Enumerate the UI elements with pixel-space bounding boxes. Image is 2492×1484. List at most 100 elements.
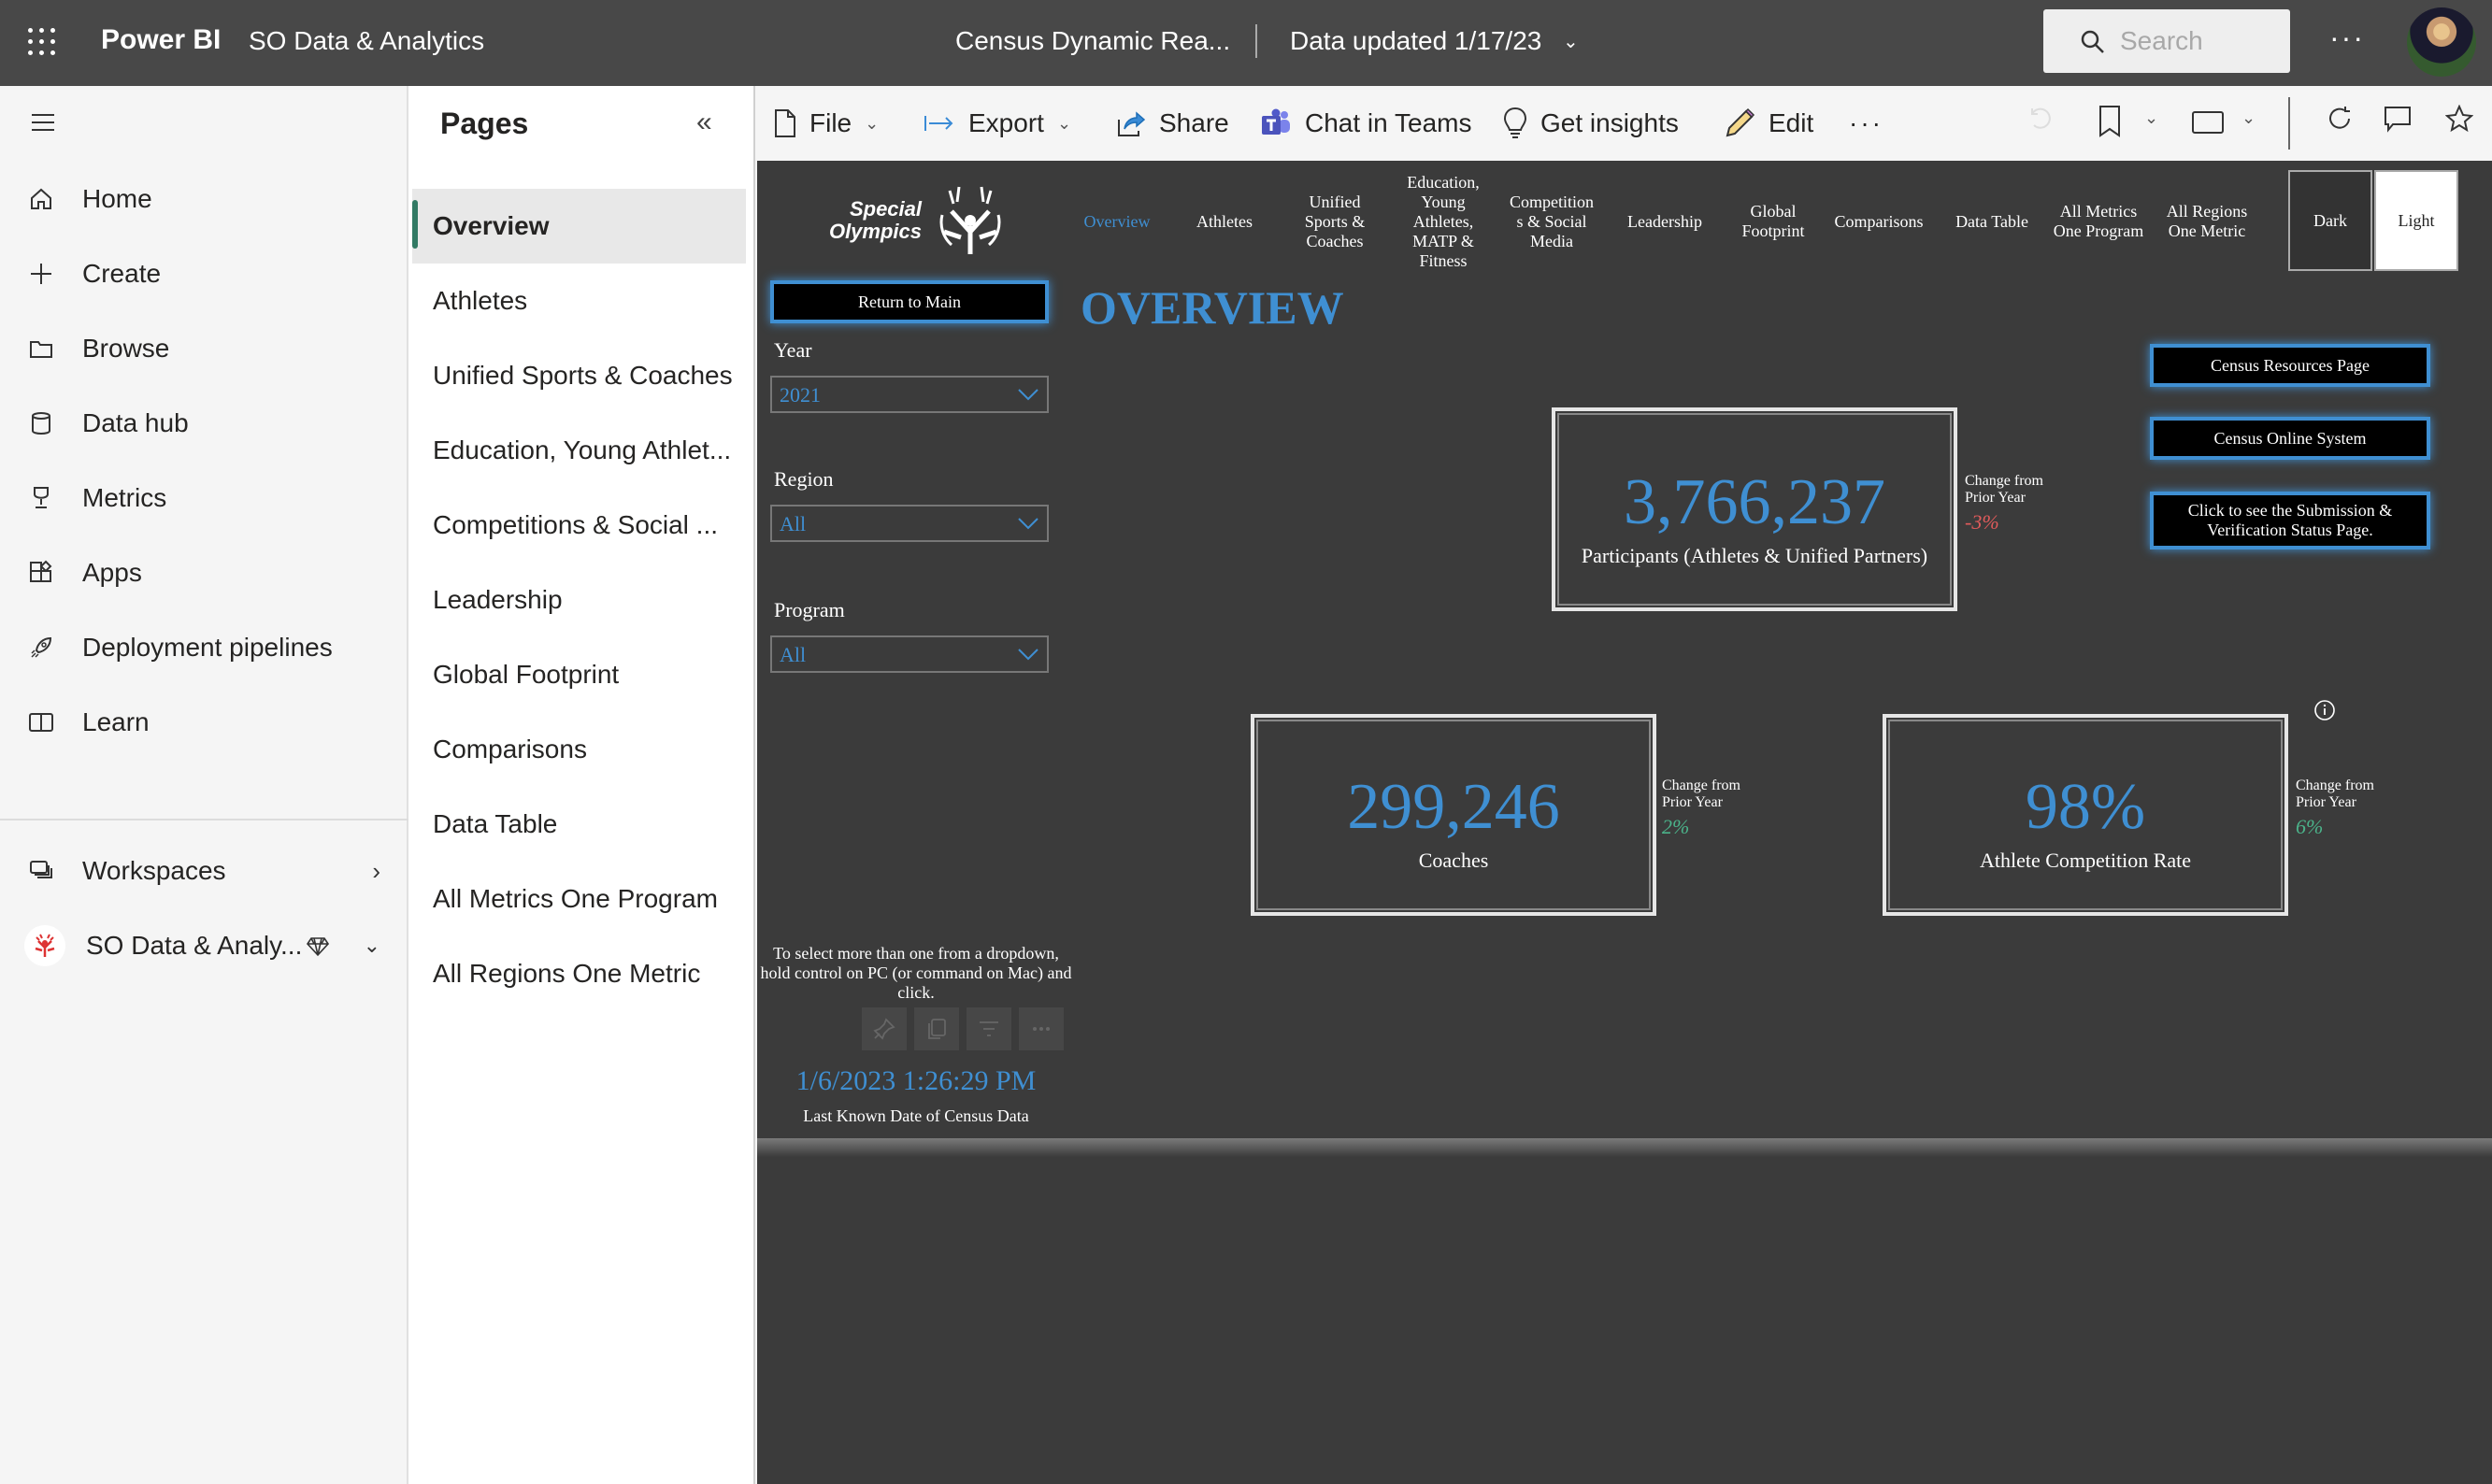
collapse-pages-icon[interactable]: « (696, 107, 712, 138)
report-nav-unified-sports[interactable]: Unified Sports & Coaches (1288, 161, 1382, 282)
undo-icon[interactable] (2027, 105, 2055, 133)
page-tab-competitions[interactable]: Competitions & Social ... (412, 488, 746, 563)
page-tab-athletes[interactable]: Athletes (412, 264, 746, 338)
report-nav-all-regions[interactable]: All Regions One Metric (2155, 161, 2258, 282)
search-box[interactable] (2043, 9, 2290, 73)
pin-visual-button[interactable] (862, 1007, 907, 1050)
report-canvas: Special Olympics Overview Athletes Unifie… (757, 161, 2492, 1484)
special-olympics-logo: Special Olympics (813, 178, 1019, 264)
nav-item-metrics[interactable]: Metrics (0, 465, 408, 531)
year-value: 2021 (780, 383, 821, 407)
year-dropdown[interactable]: 2021 (770, 376, 1049, 413)
report-nav-athletes[interactable]: Athletes (1178, 161, 1271, 282)
nav-label: Deployment pipelines (82, 633, 333, 662)
return-to-main-button[interactable]: Return to Main (770, 280, 1049, 323)
nav-item-learn[interactable]: Learn (0, 690, 408, 755)
page-tab-data-table[interactable]: Data Table (412, 787, 746, 862)
bookmark-icon[interactable] (2098, 105, 2122, 138)
app-name[interactable]: Power BI (101, 24, 221, 56)
page-tab-overview[interactable]: Overview (412, 189, 746, 264)
competition-rate-change-value: 6% (2296, 815, 2324, 838)
nav-item-data-hub[interactable]: Data hub (0, 391, 408, 456)
coaches-change-label: Change from Prior Year (1662, 778, 1740, 810)
nav-label: Learn (82, 707, 150, 736)
coaches-value: 299,246 (1347, 771, 1560, 843)
app-launcher-icon[interactable] (28, 28, 56, 56)
report-nav-global-footprint[interactable]: Global Footprint (1731, 161, 1815, 282)
report-nav-all-metrics[interactable]: All Metrics One Program (2047, 161, 2150, 282)
file-menu-button[interactable]: File ⌄ (774, 103, 879, 144)
nav-item-apps[interactable]: Apps (0, 540, 408, 606)
hamburger-menu-icon[interactable] (32, 114, 54, 131)
nav-item-deployment-pipelines[interactable]: Deployment pipelines (0, 615, 408, 680)
share-button[interactable]: Share (1116, 103, 1229, 144)
page-tab-comparisons[interactable]: Comparisons (412, 712, 746, 787)
last-known-date-label: Last Known Date of Census Data (803, 1106, 1029, 1125)
coaches-change-value: 2% (1662, 815, 1690, 838)
copy-visual-button[interactable] (914, 1007, 959, 1050)
data-updated[interactable]: Data updated 1/17/23 (1290, 26, 1541, 56)
nav-item-create[interactable]: Create (0, 241, 408, 307)
nav-label: SO Data & Analy... (86, 931, 303, 960)
nav-item-current-workspace[interactable]: SO Data & Analy... ⌄ (0, 899, 408, 992)
nav-label: Data hub (82, 408, 189, 437)
page-tab-all-metrics[interactable]: All Metrics One Program (412, 862, 746, 936)
export-menu-button[interactable]: Export ⌄ (924, 103, 1071, 144)
avatar[interactable] (2407, 7, 2476, 77)
chevron-down-icon[interactable]: ⌄ (1563, 30, 1579, 53)
filter-visual-button[interactable] (967, 1007, 1011, 1050)
page-tab-education[interactable]: Education, Young Athlet... (412, 413, 746, 488)
report-nav-leadership[interactable]: Leadership (1613, 161, 1716, 282)
teams-icon (1262, 108, 1290, 135)
workspace-name[interactable]: SO Data & Analytics (249, 26, 484, 56)
view-icon[interactable] (2191, 110, 2225, 135)
theme-dark-button[interactable]: Dark (2288, 170, 2372, 271)
program-value: All (780, 643, 807, 666)
comment-icon[interactable] (2384, 105, 2412, 133)
participants-value: 3,766,237 (1624, 466, 1885, 538)
more-options-button[interactable]: ··· (1849, 103, 1883, 144)
page-tab-leadership[interactable]: Leadership (412, 563, 746, 637)
report-nav-comparisons[interactable]: Comparisons (1823, 161, 1935, 282)
chevron-down-icon[interactable]: ⌄ (2241, 108, 2256, 128)
region-value: All (780, 512, 807, 535)
census-online-system-button[interactable]: Census Online System (2150, 417, 2430, 460)
chat-in-teams-button[interactable]: Chat in Teams (1260, 103, 1471, 144)
report-nav-education[interactable]: Education, Young Athletes, MATP & Fitnes… (1396, 161, 1490, 282)
book-icon (29, 713, 53, 732)
chevron-down-icon: ⌄ (1056, 113, 1072, 133)
nav-item-browse[interactable]: Browse (0, 316, 408, 381)
report-nav-data-table[interactable]: Data Table (1941, 161, 2043, 282)
report-nav-competitions[interactable]: Competition s & Social Media (1505, 161, 1598, 282)
program-dropdown[interactable]: All (770, 635, 1049, 673)
search-input[interactable] (2120, 21, 2279, 62)
chat-in-teams-label: Chat in Teams (1305, 108, 1472, 137)
left-navigation: Home Create Browse Data hub Metrics Apps… (0, 86, 408, 1484)
region-dropdown[interactable]: All (770, 505, 1049, 542)
chevron-down-icon[interactable]: ⌄ (2144, 108, 2158, 128)
page-tab-unified-sports[interactable]: Unified Sports & Coaches (412, 338, 746, 413)
workspaces-icon (30, 861, 52, 878)
get-insights-label: Get insights (1540, 108, 1679, 137)
get-insights-button[interactable]: Get insights (1503, 103, 1679, 144)
logo-text: Special (849, 197, 922, 221)
more-options-icon[interactable]: ··· (2329, 21, 2365, 55)
refresh-icon[interactable] (2326, 105, 2354, 133)
nav-label: Workspaces (82, 856, 226, 885)
page-tab-global-footprint[interactable]: Global Footprint (412, 637, 746, 712)
theme-light-button[interactable]: Light (2374, 170, 2458, 271)
edit-button[interactable]: Edit (1724, 103, 1813, 144)
top-bar: Power BI SO Data & Analytics Census Dyna… (0, 0, 2492, 86)
visual-more-options-button[interactable] (1019, 1007, 1064, 1050)
favorite-star-icon[interactable] (2445, 105, 2473, 133)
nav-item-home[interactable]: Home (0, 166, 408, 232)
submission-status-button[interactable]: Click to see the Submission & Verificati… (2150, 492, 2430, 549)
multi-select-hint: To select more than one from a dropdown,… (760, 944, 1072, 1002)
census-resources-button[interactable]: Census Resources Page (2150, 344, 2430, 387)
report-nav-overview[interactable]: Overview (1066, 161, 1168, 282)
pages-panel: Pages « Overview Athletes Unified Sports… (408, 86, 755, 1484)
chevron-down-icon (1018, 518, 1038, 530)
info-icon[interactable] (2313, 699, 2336, 721)
participants-label: Participants (Athletes & Unified Partner… (1581, 544, 1928, 567)
page-tab-all-regions[interactable]: All Regions One Metric (412, 936, 746, 1011)
